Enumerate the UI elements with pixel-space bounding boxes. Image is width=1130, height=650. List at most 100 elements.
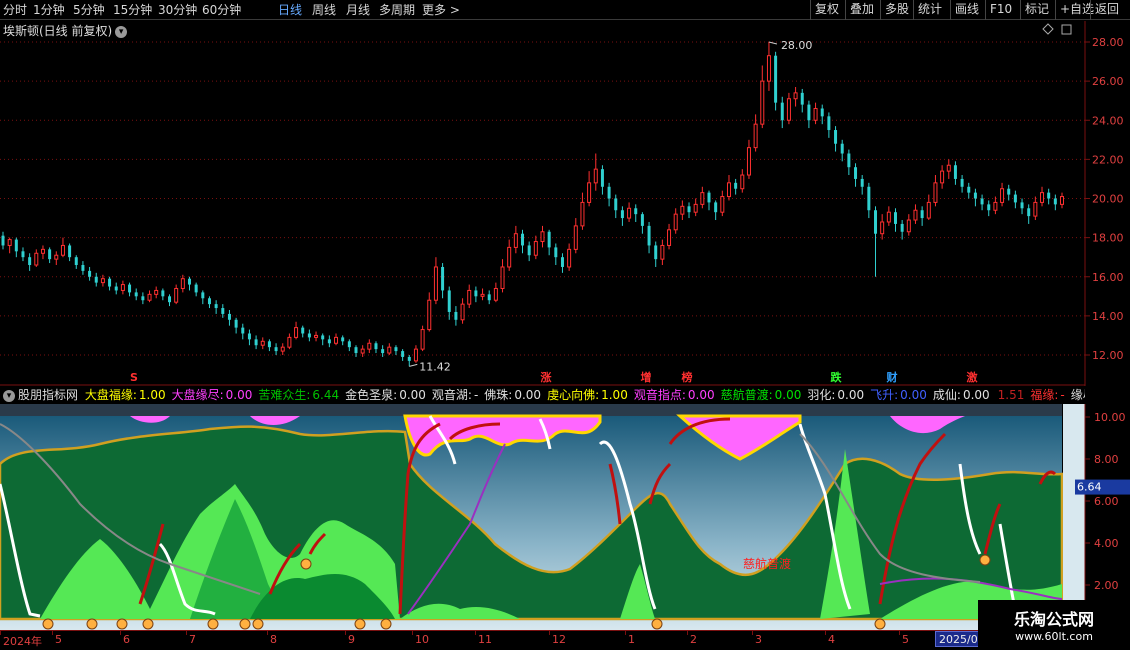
event-tag[interactable]: 涨 <box>541 370 552 384</box>
chevron-down-icon[interactable]: ▾ <box>115 25 128 38</box>
candle <box>147 290 152 303</box>
period-tab-9[interactable]: 多周期 <box>379 2 415 18</box>
indicator-item-label: 佛珠: <box>484 388 513 402</box>
candle <box>427 292 432 332</box>
candle <box>993 196 998 215</box>
candle <box>161 288 165 301</box>
x-axis-tick <box>625 631 626 635</box>
indicator-header: ▾ 股朋指标网 大盘福缘: 1.00 大盘缘尽: 0.00 苦难众生: 6.44 金色圣泉: 0… <box>0 386 1085 402</box>
candle <box>687 202 691 219</box>
candle <box>321 333 325 346</box>
toolbar-button-8[interactable]: 返回 <box>1090 0 1123 20</box>
hand-marker-icon <box>207 618 219 630</box>
candle <box>647 221 651 254</box>
y-tick-label: 24.00 <box>1092 114 1124 127</box>
candle <box>254 335 258 350</box>
stock-title[interactable]: 埃斯顿(日线 前复权) ▾ <box>3 22 128 39</box>
candle <box>654 241 658 267</box>
candle <box>680 200 685 221</box>
candle <box>820 104 824 125</box>
candle <box>81 261 85 275</box>
period-tab-10[interactable]: 更多 > <box>422 2 460 18</box>
x-axis: 2024年 5 6 7 8 9 10 11 12 1 2 3 4 5 <box>0 630 1085 650</box>
candle <box>973 188 977 207</box>
candle <box>560 253 564 273</box>
y-tick-label: 28.00 <box>1092 36 1124 49</box>
candle <box>134 288 138 301</box>
candle <box>1047 188 1051 205</box>
candle <box>327 335 331 348</box>
indicator-item: 成仙: 0.00 <box>933 388 993 402</box>
candle <box>900 220 904 240</box>
candle <box>573 218 578 254</box>
toolbar-button-4[interactable]: 画线 <box>950 0 983 20</box>
candle <box>786 92 791 125</box>
x-axis-label: 7 <box>189 633 196 646</box>
diamond-icon[interactable] <box>1042 23 1054 35</box>
event-tag[interactable]: 榜 <box>682 370 693 384</box>
event-tag[interactable]: 跌 <box>831 370 843 384</box>
candle <box>527 241 531 262</box>
x-axis-tick <box>825 631 826 635</box>
candle <box>28 253 32 271</box>
candle <box>967 182 971 199</box>
candle <box>726 175 731 201</box>
indicator-y-label: 2.00 <box>1094 579 1119 592</box>
period-tab-5[interactable]: 60分钟 <box>202 2 241 18</box>
candle <box>874 206 878 277</box>
event-tag[interactable]: 财 <box>886 370 898 384</box>
y-tick-label: 26.00 <box>1092 75 1124 88</box>
period-tab-4[interactable]: 30分钟 <box>158 2 197 18</box>
period-tab-3[interactable]: 15分钟 <box>113 2 152 18</box>
toolbar-button-0[interactable]: 复权 <box>810 0 843 20</box>
candle <box>294 321 299 340</box>
x-axis-label: 2 <box>690 633 697 646</box>
event-tag[interactable]: 增 <box>641 370 652 384</box>
high-price-label: 28.00 <box>781 39 813 52</box>
candle <box>707 190 711 211</box>
toolbar-button-2[interactable]: 多股 <box>880 0 913 20</box>
candle <box>114 282 118 295</box>
candle <box>807 100 811 129</box>
candle <box>780 96 784 129</box>
y-tick-label: 18.00 <box>1092 232 1124 245</box>
toolbar-button-3[interactable]: 统计 <box>913 0 946 20</box>
candle <box>620 206 624 226</box>
toolbar-button-6[interactable]: 标记 <box>1020 0 1053 20</box>
x-axis-label: 10 <box>415 633 429 646</box>
candle <box>407 355 411 367</box>
candle <box>1000 182 1005 207</box>
period-tab-2[interactable]: 5分钟 <box>73 2 105 18</box>
candle <box>554 243 558 266</box>
candle <box>347 339 351 352</box>
toolbar-button-5[interactable]: F10 <box>985 0 1016 20</box>
candle <box>660 239 665 266</box>
candle <box>21 247 25 262</box>
candle <box>1020 198 1024 215</box>
event-tag[interactable]: S <box>130 371 138 384</box>
toolbar-button-1[interactable]: 叠加 <box>845 0 878 20</box>
indicator-menu-icon[interactable]: ▾ <box>3 389 15 402</box>
indicator-chart[interactable]: 慈航普渡 10.00 8.00 6.00 4.00 2.00 6.64 <box>0 404 1130 630</box>
event-tag[interactable]: 激 <box>967 370 978 384</box>
indicator-name[interactable]: 股朋指标网 <box>18 388 78 402</box>
candle <box>933 175 938 207</box>
indicator-item-label: 成仙: <box>932 388 961 402</box>
period-tab-0[interactable]: 分时 <box>3 2 27 18</box>
indicator-item-label: 飞升: <box>870 388 899 402</box>
period-tab-6[interactable]: 日线 <box>278 2 302 18</box>
current-value-text: 6.64 <box>1077 481 1102 494</box>
candlestick-chart[interactable]: 28.00 26.00 24.00 22.00 20.00 18.00 16.00 14.00… <box>0 21 1130 386</box>
candle <box>420 325 425 352</box>
x-axis-label: 1 <box>628 633 635 646</box>
period-tab-7[interactable]: 周线 <box>312 2 336 18</box>
period-tab-1[interactable]: 1分钟 <box>33 2 65 18</box>
indicator-item-value: 0.00 <box>225 388 253 402</box>
maximize-icon[interactable] <box>1061 24 1072 35</box>
indicator-annotation: 慈航普渡 <box>743 556 791 571</box>
period-tab-8[interactable]: 月线 <box>346 2 370 18</box>
candle <box>926 194 931 221</box>
candle <box>980 194 984 211</box>
indicator-item-value: 0.00 <box>399 388 426 402</box>
indicator-item: 缘尽:6.84 <box>1071 388 1085 402</box>
